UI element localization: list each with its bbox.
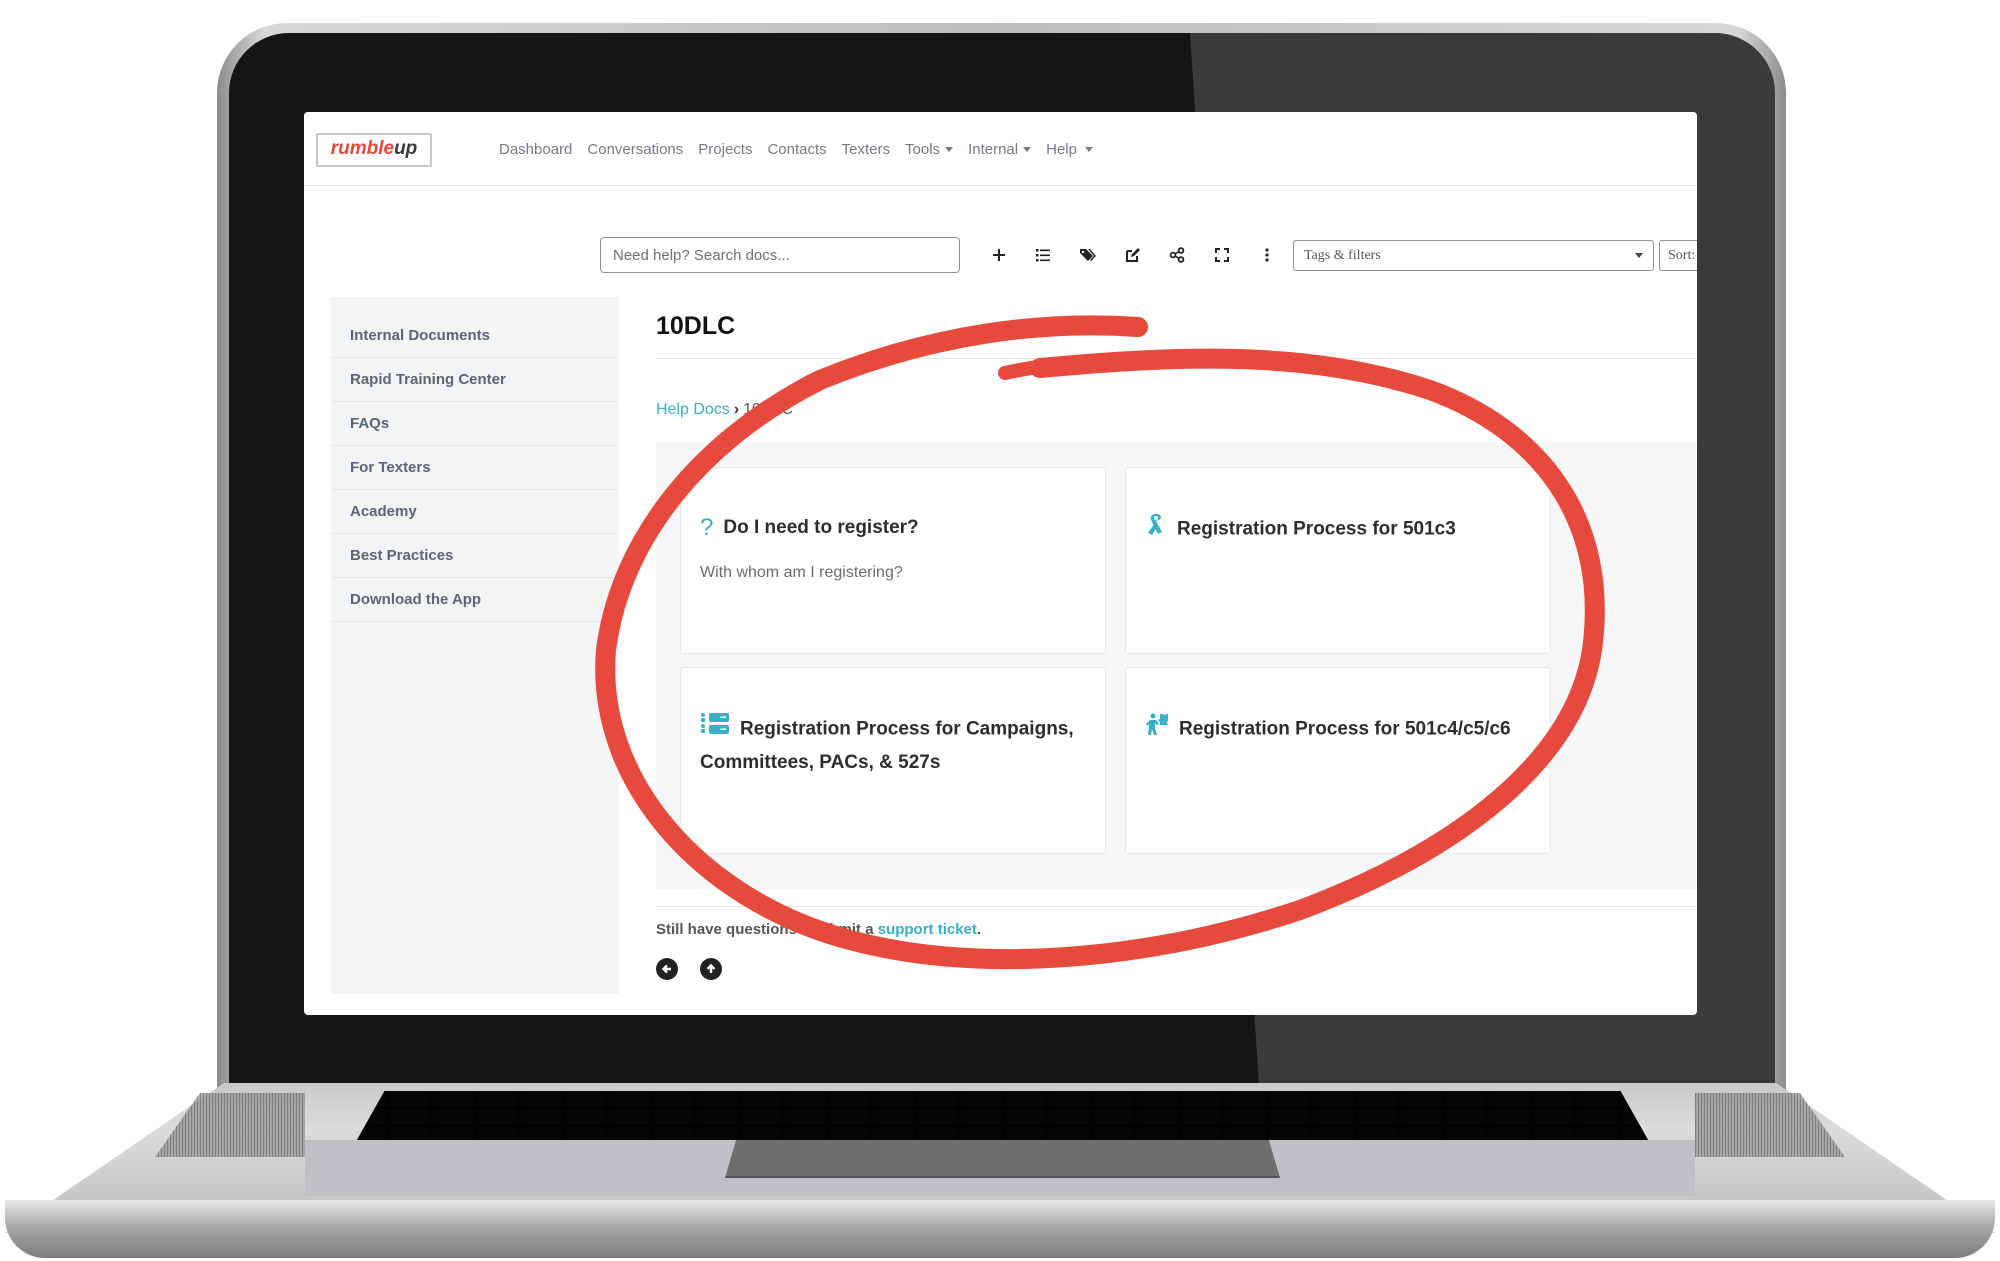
card-title-row: Registration Process for 501c3: [1145, 512, 1526, 547]
nav-label: Contacts: [767, 140, 827, 158]
sidebar-item-best-practices[interactable]: Best Practices: [331, 534, 619, 578]
nav-label: Conversations: [587, 140, 684, 158]
card-title-row: Registration Process for 501c4/c5/c6: [1145, 712, 1526, 747]
sidebar-item-for-texters[interactable]: For Texters: [331, 446, 619, 490]
breadcrumb-help-docs-link[interactable]: Help Docs: [656, 401, 730, 419]
page-title: 10DLC: [656, 312, 736, 340]
nav-label: Texters: [841, 140, 891, 158]
docs-search-input[interactable]: [600, 237, 960, 273]
nav-label: Help: [1046, 140, 1077, 158]
card-title: Registration Process for 501c3: [1177, 518, 1456, 540]
support-prompt-text: Still have questions? Submit a: [656, 921, 878, 938]
nav-label: Tools: [905, 140, 941, 158]
nav-conversations[interactable]: Conversations: [587, 141, 683, 158]
rumbleup-logo[interactable]: rumbleup: [316, 133, 432, 167]
docs-sidebar: Internal Documents Rapid Training Center…: [331, 297, 619, 994]
fullscreen-icon[interactable]: [1208, 241, 1236, 269]
caret-down-icon: [1023, 146, 1032, 152]
sidebar-item-label: For Texters: [350, 459, 431, 476]
doc-cards-grid: ? Do I need to register? With whom am I r…: [656, 443, 1697, 889]
sidebar-item-academy[interactable]: Academy: [331, 490, 619, 534]
nav-texters[interactable]: Texters: [842, 141, 890, 158]
doc-card-registration-501c3[interactable]: Registration Process for 501c3: [1125, 467, 1551, 654]
nav-label: Internal: [968, 140, 1019, 158]
ribbon-icon: [1145, 512, 1167, 547]
tags-icon[interactable]: [1074, 241, 1102, 269]
up-arrow-icon[interactable]: [700, 958, 722, 980]
title-divider: [656, 358, 1697, 359]
support-prompt-period: .: [976, 921, 982, 938]
tags-filters-label: Tags & filters: [1304, 247, 1381, 263]
nav-dashboard[interactable]: Dashboard: [499, 141, 572, 158]
logo-text-rumble: rumble: [330, 138, 395, 159]
laptop-base-front: [5, 1200, 1995, 1258]
nav-contacts[interactable]: Contacts: [767, 141, 826, 158]
nav-label: Projects: [698, 140, 753, 158]
sidebar-item-label: Academy: [350, 503, 417, 520]
edit-icon[interactable]: [1119, 241, 1147, 269]
speaker-grille-left: [155, 1093, 305, 1157]
nav-projects[interactable]: Projects: [698, 141, 752, 158]
sidebar-item-label: Rapid Training Center: [350, 371, 506, 388]
sidebar-item-label: Best Practices: [350, 547, 454, 564]
card-title: Registration Process for Campaigns, Comm…: [700, 718, 1074, 773]
card-title-row: ? Do I need to register?: [700, 512, 1081, 544]
tags-filters-select[interactable]: Tags & filters: [1293, 240, 1654, 271]
logo-text-up: up: [394, 138, 418, 159]
back-arrow-icon[interactable]: [656, 958, 678, 980]
share-icon[interactable]: [1163, 241, 1191, 269]
caret-down-icon: [1635, 253, 1643, 258]
support-ticket-link[interactable]: support ticket: [878, 921, 977, 938]
card-title: Registration Process for 501c4/c5/c6: [1179, 718, 1511, 740]
sidebar-item-rapid-training-center[interactable]: Rapid Training Center: [331, 358, 619, 402]
top-navbar: rumbleup Dashboard Conversations Project…: [304, 112, 1697, 186]
footer-divider: [656, 906, 1697, 907]
sidebar-item-internal-documents[interactable]: Internal Documents: [331, 314, 619, 358]
more-vertical-icon[interactable]: [1253, 241, 1281, 269]
caret-down-icon: [1084, 146, 1093, 152]
nav-label: Dashboard: [499, 140, 573, 158]
support-prompt: Still have questions? Submit a support t…: [656, 921, 981, 938]
sidebar-item-label: Internal Documents: [350, 327, 491, 344]
sort-select[interactable]: Sort:: [1659, 240, 1697, 271]
doc-card-do-i-need-to-register[interactable]: ? Do I need to register? With whom am I r…: [680, 467, 1106, 654]
breadcrumb-current: 10DLC: [743, 401, 793, 418]
nav-help-dropdown[interactable]: Help: [1046, 141, 1093, 158]
doc-card-registration-campaigns[interactable]: Registration Process for Campaigns, Comm…: [680, 667, 1106, 854]
sidebar-item-download-app[interactable]: Download the App: [331, 578, 619, 622]
plus-icon[interactable]: [985, 241, 1013, 269]
nav-links: Dashboard Conversations Projects Contact…: [499, 136, 1093, 162]
doc-card-registration-501c4-c5-c6[interactable]: Registration Process for 501c4/c5/c6: [1125, 667, 1551, 854]
laptop-screen: rumbleup Dashboard Conversations Project…: [304, 112, 1697, 1015]
sidebar-item-label: FAQs: [350, 415, 390, 432]
question-icon: ?: [700, 514, 714, 541]
card-description: With whom am I registering?: [700, 564, 903, 581]
nav-internal-dropdown[interactable]: Internal: [968, 140, 1032, 158]
list-icon[interactable]: [1029, 241, 1057, 269]
caret-down-icon: [945, 146, 954, 152]
breadcrumb-separator-icon: ›: [733, 401, 740, 418]
speaker-grille-right: [1695, 1093, 1845, 1157]
card-title: Do I need to register?: [723, 517, 919, 539]
list-users-icon: [700, 712, 730, 747]
person-puzzle-icon: [1145, 712, 1169, 747]
card-title-row: Registration Process for Campaigns, Comm…: [700, 712, 1081, 779]
trackpad: [725, 1140, 1280, 1178]
sidebar-item-label: Download the App: [350, 591, 482, 608]
nav-tools-dropdown[interactable]: Tools: [905, 140, 954, 158]
sidebar-item-faqs[interactable]: FAQs: [331, 402, 619, 446]
sort-label: Sort:: [1668, 247, 1696, 263]
breadcrumb: Help Docs › 10DLC: [656, 401, 793, 419]
